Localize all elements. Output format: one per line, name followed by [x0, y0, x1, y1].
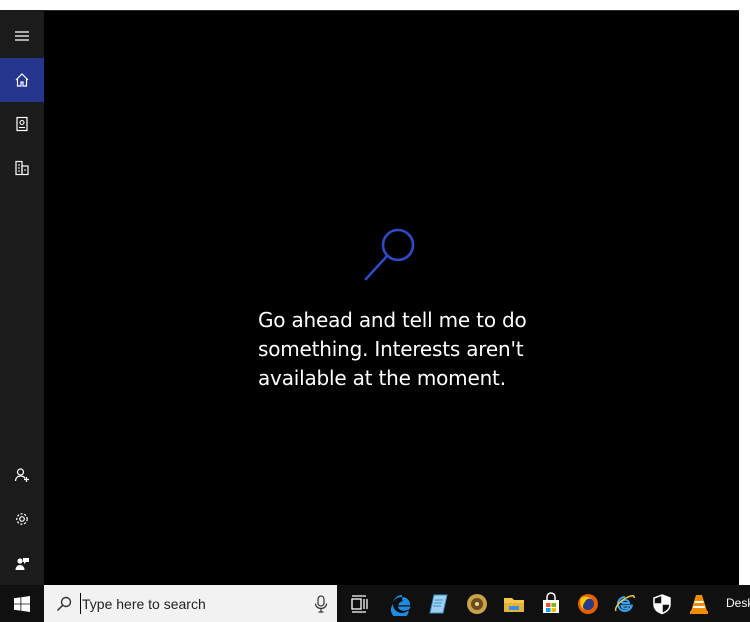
microphone-icon[interactable]: [314, 595, 328, 613]
store-button[interactable]: [538, 591, 564, 617]
media-icon: [467, 594, 487, 614]
file-explorer-icon: [504, 598, 524, 612]
internet-explorer-button[interactable]: [612, 591, 638, 617]
devices-icon: [15, 160, 29, 176]
hamburger-menu-button[interactable]: [0, 14, 44, 58]
vlc-icon: [690, 595, 708, 614]
cortana-main-panel: [44, 10, 739, 585]
window-frame-right: [739, 0, 750, 585]
hamburger-menu-icon: [15, 31, 29, 41]
file-explorer-button[interactable]: [501, 591, 527, 617]
notebook-icon: [16, 116, 28, 132]
windows-logo-icon: [14, 595, 30, 612]
notepad-button[interactable]: [426, 591, 452, 617]
internet-explorer-icon: [614, 595, 635, 612]
security-icon: [653, 594, 671, 615]
search-icon: [56, 596, 72, 612]
edge-icon: [391, 594, 411, 616]
cortana-search-icon: [364, 228, 415, 281]
home-icon: [15, 73, 29, 87]
windows-security-button[interactable]: [649, 591, 675, 617]
gear-icon: [16, 513, 28, 525]
sidebar-item-devices[interactable]: [0, 146, 44, 190]
sidebar-item-home[interactable]: [0, 58, 44, 102]
window-frame-top: [0, 0, 750, 10]
sidebar-item-settings[interactable]: [0, 497, 44, 541]
cortana-message: Go ahead and tell me to do something. In…: [258, 308, 527, 390]
task-view-button[interactable]: [346, 591, 372, 617]
vlc-button[interactable]: [686, 591, 712, 617]
sidebar-item-notebook[interactable]: [0, 102, 44, 146]
notepad-icon: [429, 594, 448, 614]
search-input[interactable]: [80, 593, 302, 614]
media-player-button[interactable]: [464, 591, 490, 617]
task-view-icon: [351, 595, 368, 613]
taskbar-search-box[interactable]: [44, 585, 337, 622]
firefox-icon: [578, 594, 598, 614]
feedback-icon: [15, 558, 29, 570]
store-icon: [543, 592, 559, 613]
taskbar: Desk: [0, 585, 750, 622]
firefox-button[interactable]: [575, 591, 601, 617]
cortana-sidebar: [0, 10, 44, 585]
desktop-toolbar-label[interactable]: Desk: [726, 596, 750, 610]
sidebar-item-feedback[interactable]: [0, 541, 44, 585]
start-button[interactable]: [0, 585, 44, 622]
add-person-icon: [14, 468, 29, 482]
sidebar-item-add-account[interactable]: [0, 453, 44, 497]
panel-border: [44, 10, 739, 11]
edge-button[interactable]: [389, 591, 415, 617]
